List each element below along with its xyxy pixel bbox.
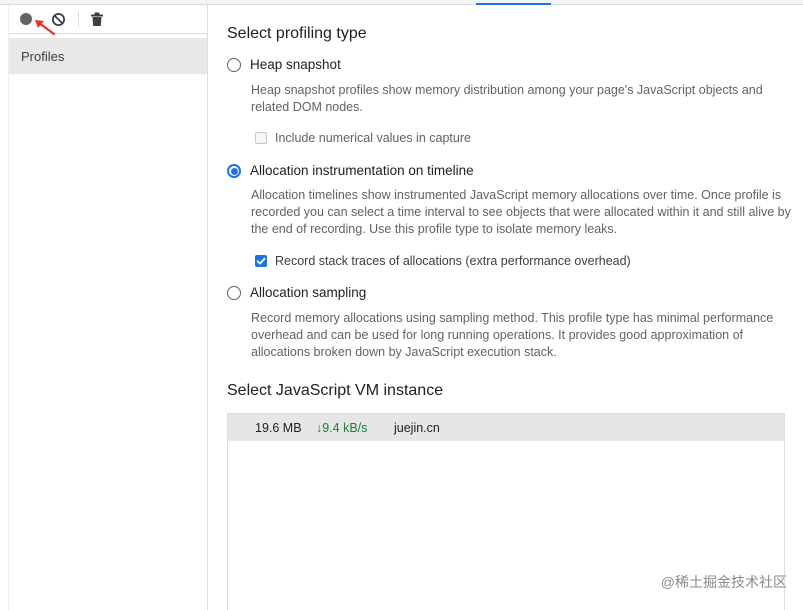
vm-heap-size: 19.6 MB xyxy=(255,420,302,435)
sidebar-item-label: Profiles xyxy=(21,48,65,64)
allocation-sampling-description: Record memory allocations using sampling… xyxy=(251,311,774,359)
allocation-timeline-description: Allocation timelines show instrumented J… xyxy=(251,188,791,236)
record-stack-traces-label: Record stack traces of allocations (extr… xyxy=(275,254,631,268)
allocation-sampling-label: Allocation sampling xyxy=(250,285,367,300)
include-numerical-values-checkbox[interactable]: Include numerical values in capture xyxy=(255,131,471,145)
delete-profiles-button[interactable] xyxy=(89,11,105,27)
heap-snapshot-description: Heap snapshot profiles show memory distr… xyxy=(251,83,763,114)
profiles-sidebar: Profiles xyxy=(9,5,208,610)
vm-allocation-rate: ↓9.4 kB/s xyxy=(316,420,368,435)
allocation-timeline-label: Allocation instrumentation on timeline xyxy=(250,163,474,178)
toolbar-separator xyxy=(78,11,79,27)
clear-icon xyxy=(51,12,65,26)
heap-snapshot-radio-button[interactable] xyxy=(227,57,241,72)
sidebar-item-profiles[interactable]: Profiles xyxy=(9,38,207,74)
record-icon xyxy=(20,13,32,25)
allocation-timeline-radio[interactable]: Allocation instrumentation on timeline xyxy=(227,163,474,178)
profiling-type-title: Select profiling type xyxy=(227,25,367,42)
heap-snapshot-radio[interactable]: Heap snapshot xyxy=(227,57,341,72)
checkmark-icon xyxy=(256,257,266,265)
include-numerical-values-box[interactable] xyxy=(255,132,267,144)
vm-instance-row[interactable]: 19.6 MB ↓9.4 kB/s juejin.cn xyxy=(228,414,784,441)
sidebar-toolbar xyxy=(9,5,207,36)
clear-button[interactable] xyxy=(50,11,66,27)
profile-launcher: Select profiling type Heap snapshot Heap… xyxy=(209,5,803,610)
vm-host-name: juejin.cn xyxy=(394,420,440,435)
include-numerical-values-label: Include numerical values in capture xyxy=(275,131,471,145)
devtools-memory-panel: Profiles Select profiling type Heap snap… xyxy=(0,0,803,610)
allocation-sampling-radio[interactable]: Allocation sampling xyxy=(227,285,366,300)
heap-snapshot-label: Heap snapshot xyxy=(250,57,341,72)
allocation-timeline-radio-button[interactable] xyxy=(227,163,241,178)
record-button[interactable] xyxy=(18,11,34,27)
allocation-sampling-radio-button[interactable] xyxy=(227,285,241,300)
trash-icon xyxy=(91,12,103,26)
vm-instance-title: Select JavaScript VM instance xyxy=(227,382,444,399)
record-stack-traces-box[interactable] xyxy=(255,255,267,267)
watermark: @稀土掘金技术社区 xyxy=(660,574,787,590)
record-stack-traces-checkbox[interactable]: Record stack traces of allocations (extr… xyxy=(255,254,631,268)
